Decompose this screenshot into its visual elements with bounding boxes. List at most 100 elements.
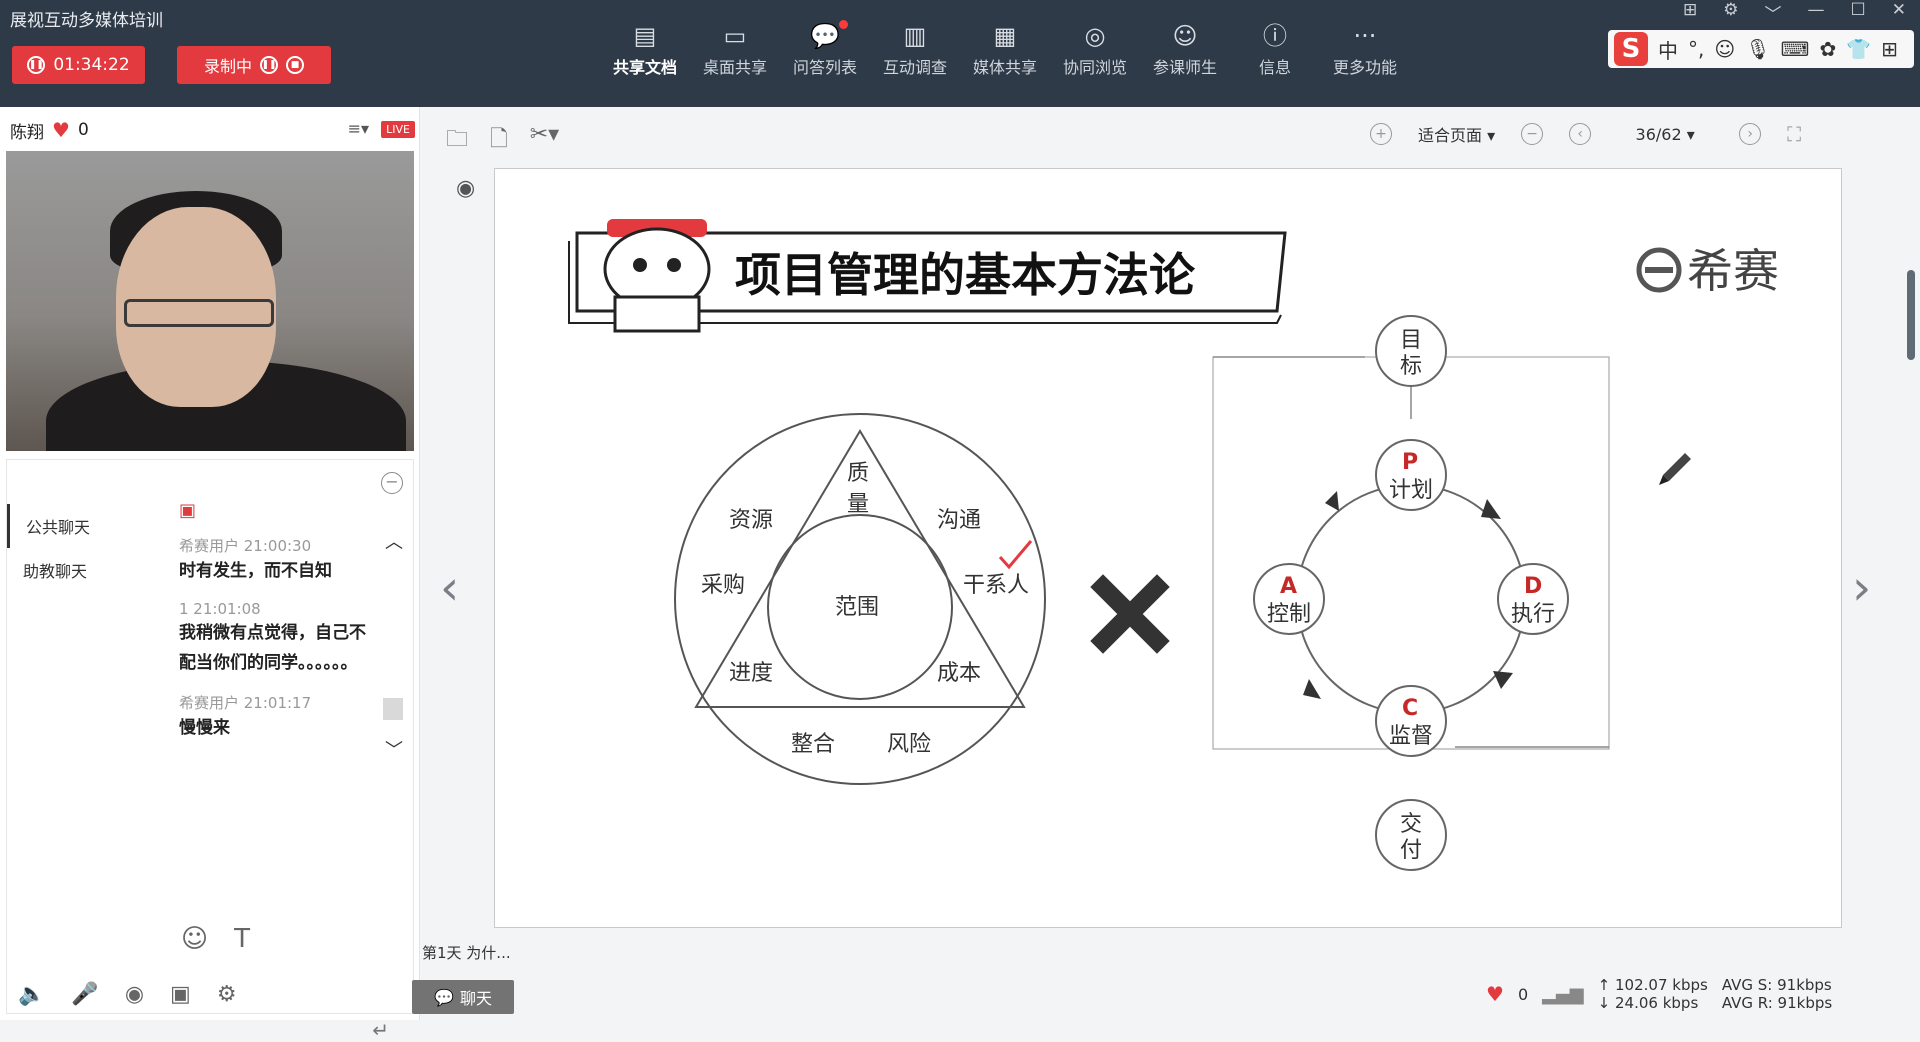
document-icon: ▤ — [633, 22, 657, 50]
tool-qa-list[interactable]: 💬 问答列表 — [780, 18, 870, 78]
file-icon[interactable]: 🗋 — [490, 122, 508, 160]
slide-canvas: 项目管理的基本方法论 希赛 质 量 范围 进度 成本 资源 沟通 采购 干系人 … — [568, 219, 1779, 871]
prev-slide-arrow[interactable]: ‹ — [440, 560, 459, 616]
status-bar: ♥ 0 ▂▄▆ ↑ 102.07 kbps ↓ 24.06 kbps AVG S… — [1486, 976, 1832, 1012]
tool-cobrowse[interactable]: ◎ 协同浏览 — [1050, 18, 1140, 78]
heart-icon[interactable]: ♥ — [52, 118, 70, 142]
collapse-icon[interactable]: ﹀ — [1765, 0, 1782, 25]
plan-label: 计划 — [1389, 478, 1433, 503]
message-meta: 希赛用户 21:01:17 — [179, 694, 312, 712]
recording-label: 录制中 — [203, 57, 252, 76]
folder-icon[interactable]: 🗀 — [446, 122, 468, 160]
check-letter: C — [1402, 696, 1418, 721]
label-procurement: 采购 — [701, 573, 745, 598]
tool-survey[interactable]: ▥ 互动调查 — [870, 18, 960, 78]
emoji-icon[interactable]: ☺ — [181, 924, 208, 954]
host-likes: 0 — [77, 120, 89, 140]
grid-icon[interactable]: ⊞ — [1881, 37, 1898, 61]
tools-icon[interactable]: ✿ — [1819, 37, 1836, 61]
tool-more[interactable]: ··· 更多功能 — [1320, 18, 1410, 78]
deliver-label-2: 付 — [1400, 838, 1422, 863]
settings-icon[interactable]: ⚙ — [1723, 0, 1738, 25]
fullscreen-icon[interactable]: ⛶ — [1787, 122, 1801, 146]
goal-label-1: 目 — [1400, 328, 1422, 353]
label-resource: 资源 — [729, 508, 773, 533]
tool-media-share[interactable]: ▦ 媒体共享 — [960, 18, 1050, 78]
deliver-label-1: 交 — [1400, 812, 1422, 837]
scroll-down-icon[interactable]: ﹀ — [385, 736, 403, 762]
stop-recording-icon[interactable]: ■ — [286, 56, 304, 74]
speaker-icon[interactable]: 🔈 — [18, 982, 45, 1007]
chat-message: 1 21:01:08 我稍微有点觉得，自己不配当你们的同学。。。。。。 — [179, 600, 379, 678]
ime-lang[interactable]: 中 — [1658, 35, 1678, 64]
next-slide-arrow[interactable]: › — [1852, 560, 1871, 616]
scroll-up-icon[interactable]: ︿ — [385, 528, 403, 554]
chat-tabs: 公共聊天 助教聊天 — [7, 504, 107, 592]
tab-assistant-chat[interactable]: 助教聊天 — [7, 548, 107, 592]
screen-icon[interactable]: ▣ — [170, 982, 191, 1007]
record-dot-icon[interactable]: ◉ — [456, 176, 475, 201]
pencil-cursor-icon — [1659, 453, 1691, 485]
close-icon[interactable]: ✕ — [1892, 0, 1906, 25]
layout-icon[interactable]: ⊞ — [1683, 0, 1697, 25]
act-letter: A — [1280, 574, 1297, 599]
text-format-icon[interactable]: T — [234, 924, 250, 954]
tab-public-chat[interactable]: 公共聊天 — [7, 504, 107, 548]
message-text: 我稍微有点觉得，自己不配当你们的同学。。。。。。 — [179, 623, 366, 673]
heart-icon[interactable]: ♥ — [1486, 982, 1504, 1006]
message-text: 时有发生，而不自知 — [179, 561, 332, 581]
scissors-icon[interactable]: ✂▾ — [530, 122, 559, 160]
message-meta: 1 21:01:08 — [179, 600, 261, 618]
ime-logo[interactable]: S — [1614, 32, 1648, 66]
footer-likes: 0 — [1517, 984, 1529, 1004]
chat-message: 希赛用户 21:00:30 时有发生，而不自知 — [179, 535, 379, 586]
prev-page-icon[interactable]: ‹ — [1569, 123, 1592, 145]
ime-toolbar: S 中 °, ☺ 🎙 ⌨ ✿ 👕 ⊞ — [1608, 30, 1914, 68]
fit-page-select[interactable]: 适合页面 ▾ — [1418, 122, 1495, 146]
zoom-in-icon[interactable]: + — [1370, 123, 1392, 145]
settings-icon[interactable]: ⚙ — [217, 982, 237, 1007]
main-toolbar: ▤ 共享文档 ▭ 桌面共享 💬 问答列表 ▥ 互动调查 ▦ 媒体共享 ◎ 协同浏览 ☺ 参课师… — [600, 18, 1410, 78]
pause-timer-button[interactable]: ❚❚ 01:34:22 — [12, 46, 145, 84]
page-scrollbar[interactable] — [1907, 270, 1915, 360]
plan-letter: P — [1402, 450, 1418, 475]
device-controls: 🔈 🎤 ◉ ▣ ⚙ — [18, 982, 237, 1007]
chat-scrollbar[interactable] — [383, 698, 403, 720]
keyboard-icon[interactable]: ⌨ — [1781, 37, 1810, 61]
skin-icon[interactable]: 👕 — [1846, 37, 1871, 61]
camera-icon[interactable]: ◉ — [125, 982, 144, 1007]
bar-chart-icon: ▥ — [903, 22, 927, 50]
checkmark-annotation — [998, 540, 1033, 570]
host-row: 陈翔 ♥ 0 ≡▾ LIVE — [10, 117, 415, 143]
brand-logo: 希赛 — [1636, 244, 1779, 298]
zoom-out-icon[interactable]: − — [1521, 123, 1544, 145]
tool-info[interactable]: ⓘ 信息 — [1230, 18, 1320, 78]
collapse-chat-icon[interactable]: − — [381, 472, 403, 494]
tool-shared-docs[interactable]: ▤ 共享文档 — [600, 18, 690, 78]
tool-participants[interactable]: ☺ 参课师生 — [1140, 18, 1230, 78]
page-indicator[interactable]: 36/62 ▾ — [1617, 125, 1713, 144]
sticker-icon: ▣ — [179, 500, 197, 521]
ime-punct[interactable]: °, — [1688, 37, 1704, 61]
recording-button[interactable]: 录制中 ❚❚ ■ — [177, 46, 331, 84]
next-page-icon[interactable]: › — [1739, 123, 1762, 145]
label-quality-1: 质 — [847, 461, 869, 486]
emoji-icon[interactable]: ☺ — [1714, 37, 1735, 61]
tool-desktop-share[interactable]: ▭ 桌面共享 — [690, 18, 780, 78]
maximize-icon[interactable]: ☐ — [1851, 0, 1866, 25]
chat-message: 希赛用户 21:01:17 慢慢来 — [179, 692, 379, 743]
pause-recording-icon[interactable]: ❚❚ — [260, 56, 278, 74]
host-video — [6, 151, 414, 451]
list-menu-icon[interactable]: ≡▾ — [348, 119, 369, 138]
mic-icon[interactable]: 🎙 — [1745, 37, 1770, 61]
more-icon: ··· — [1353, 22, 1377, 50]
microphone-icon[interactable]: 🎤 — [71, 982, 98, 1007]
chat-button[interactable]: 💬 聊天 — [412, 980, 514, 1014]
timer-value: 01:34:22 — [53, 55, 130, 75]
average-bandwidth: AVG S: 91kbps AVG R: 91kbps — [1721, 976, 1833, 1012]
video-glasses — [124, 299, 274, 327]
minimize-icon[interactable]: — — [1808, 0, 1825, 25]
send-icon[interactable]: ↵ — [372, 1018, 389, 1042]
multiply-icon — [1090, 574, 1170, 654]
label-scope: 范围 — [835, 595, 879, 620]
